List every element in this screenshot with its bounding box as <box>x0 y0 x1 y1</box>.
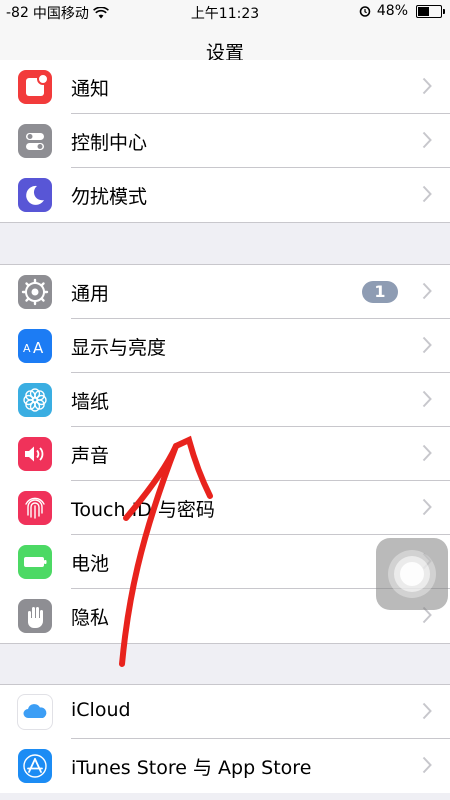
settings-group-1: 通知 控制中心 勿扰模式 <box>0 60 450 223</box>
settings-row-label: 通用 <box>71 283 110 305</box>
settings-row-itunes-app-store[interactable]: iTunes Store 与 App Store <box>0 739 450 793</box>
chevron-right-icon <box>422 336 432 354</box>
settings-row-label: 电池 <box>71 553 110 575</box>
settings-row-sounds[interactable]: 声音 <box>0 427 450 481</box>
hand-icon <box>18 599 52 633</box>
svg-text:A: A <box>33 339 44 357</box>
svg-text:A: A <box>23 342 31 355</box>
notifications-icon <box>18 70 52 104</box>
settings-row-touch-id-passcode[interactable]: Touch ID 与密码 <box>0 481 450 535</box>
chevron-right-icon <box>422 702 432 720</box>
chevron-right-icon <box>422 185 432 203</box>
alarm-clock-icon <box>359 6 371 17</box>
settings-row-icloud[interactable]: iCloud <box>0 685 450 739</box>
gear-icon <box>18 275 52 309</box>
settings-row-label: iCloud <box>71 699 131 721</box>
icloud-icon <box>17 694 53 730</box>
chevron-right-icon <box>422 390 432 408</box>
settings-row-label: Touch ID 与密码 <box>71 499 215 521</box>
chevron-right-icon <box>422 498 432 516</box>
fingerprint-icon <box>18 491 52 525</box>
display-brightness-icon: A A <box>18 329 52 363</box>
battery-percent: 48% <box>376 3 408 19</box>
moon-icon <box>18 178 52 212</box>
settings-group-3: iCloud iTunes Store 与 App Store <box>0 684 450 793</box>
settings-row-label: 声音 <box>71 445 110 467</box>
battery-icon <box>416 4 445 18</box>
wallpaper-flower-icon <box>18 383 52 417</box>
settings-row-display-brightness[interactable]: A A 显示与亮度 <box>0 319 450 373</box>
chevron-right-icon <box>422 131 432 149</box>
settings-row-do-not-disturb[interactable]: 勿扰模式 <box>0 168 450 222</box>
speaker-icon <box>18 437 52 471</box>
chevron-right-icon <box>422 282 432 300</box>
settings-row-label: 控制中心 <box>71 132 148 154</box>
settings-row-notifications[interactable]: 通知 <box>0 60 450 114</box>
app-store-icon <box>18 749 52 783</box>
status-right: 48% <box>359 3 445 19</box>
settings-row-control-center[interactable]: 控制中心 <box>0 114 450 168</box>
settings-row-general[interactable]: 通用 1 <box>0 265 450 319</box>
chevron-right-icon <box>422 756 432 774</box>
chevron-right-icon <box>422 77 432 95</box>
chevron-right-icon <box>422 444 432 462</box>
battery-fill <box>418 6 429 16</box>
notification-badge: 1 <box>362 281 398 303</box>
settings-row-label: 隐私 <box>71 607 110 629</box>
settings-row-wallpaper[interactable]: 墙纸 <box>0 373 450 427</box>
settings-row-label: 勿扰模式 <box>71 186 148 208</box>
battery-icon <box>18 545 52 579</box>
assistive-touch-button[interactable] <box>376 538 448 610</box>
settings-row-label: 通知 <box>71 78 110 100</box>
assistive-touch-ring-inner <box>400 562 424 586</box>
settings-row-label: 墙纸 <box>71 391 110 413</box>
settings-row-label: 显示与亮度 <box>71 337 167 359</box>
control-center-icon <box>18 124 52 158</box>
settings-row-label: iTunes Store 与 App Store <box>71 757 312 779</box>
status-bar: -82 中国移动 上午11:23 48% <box>0 0 450 24</box>
